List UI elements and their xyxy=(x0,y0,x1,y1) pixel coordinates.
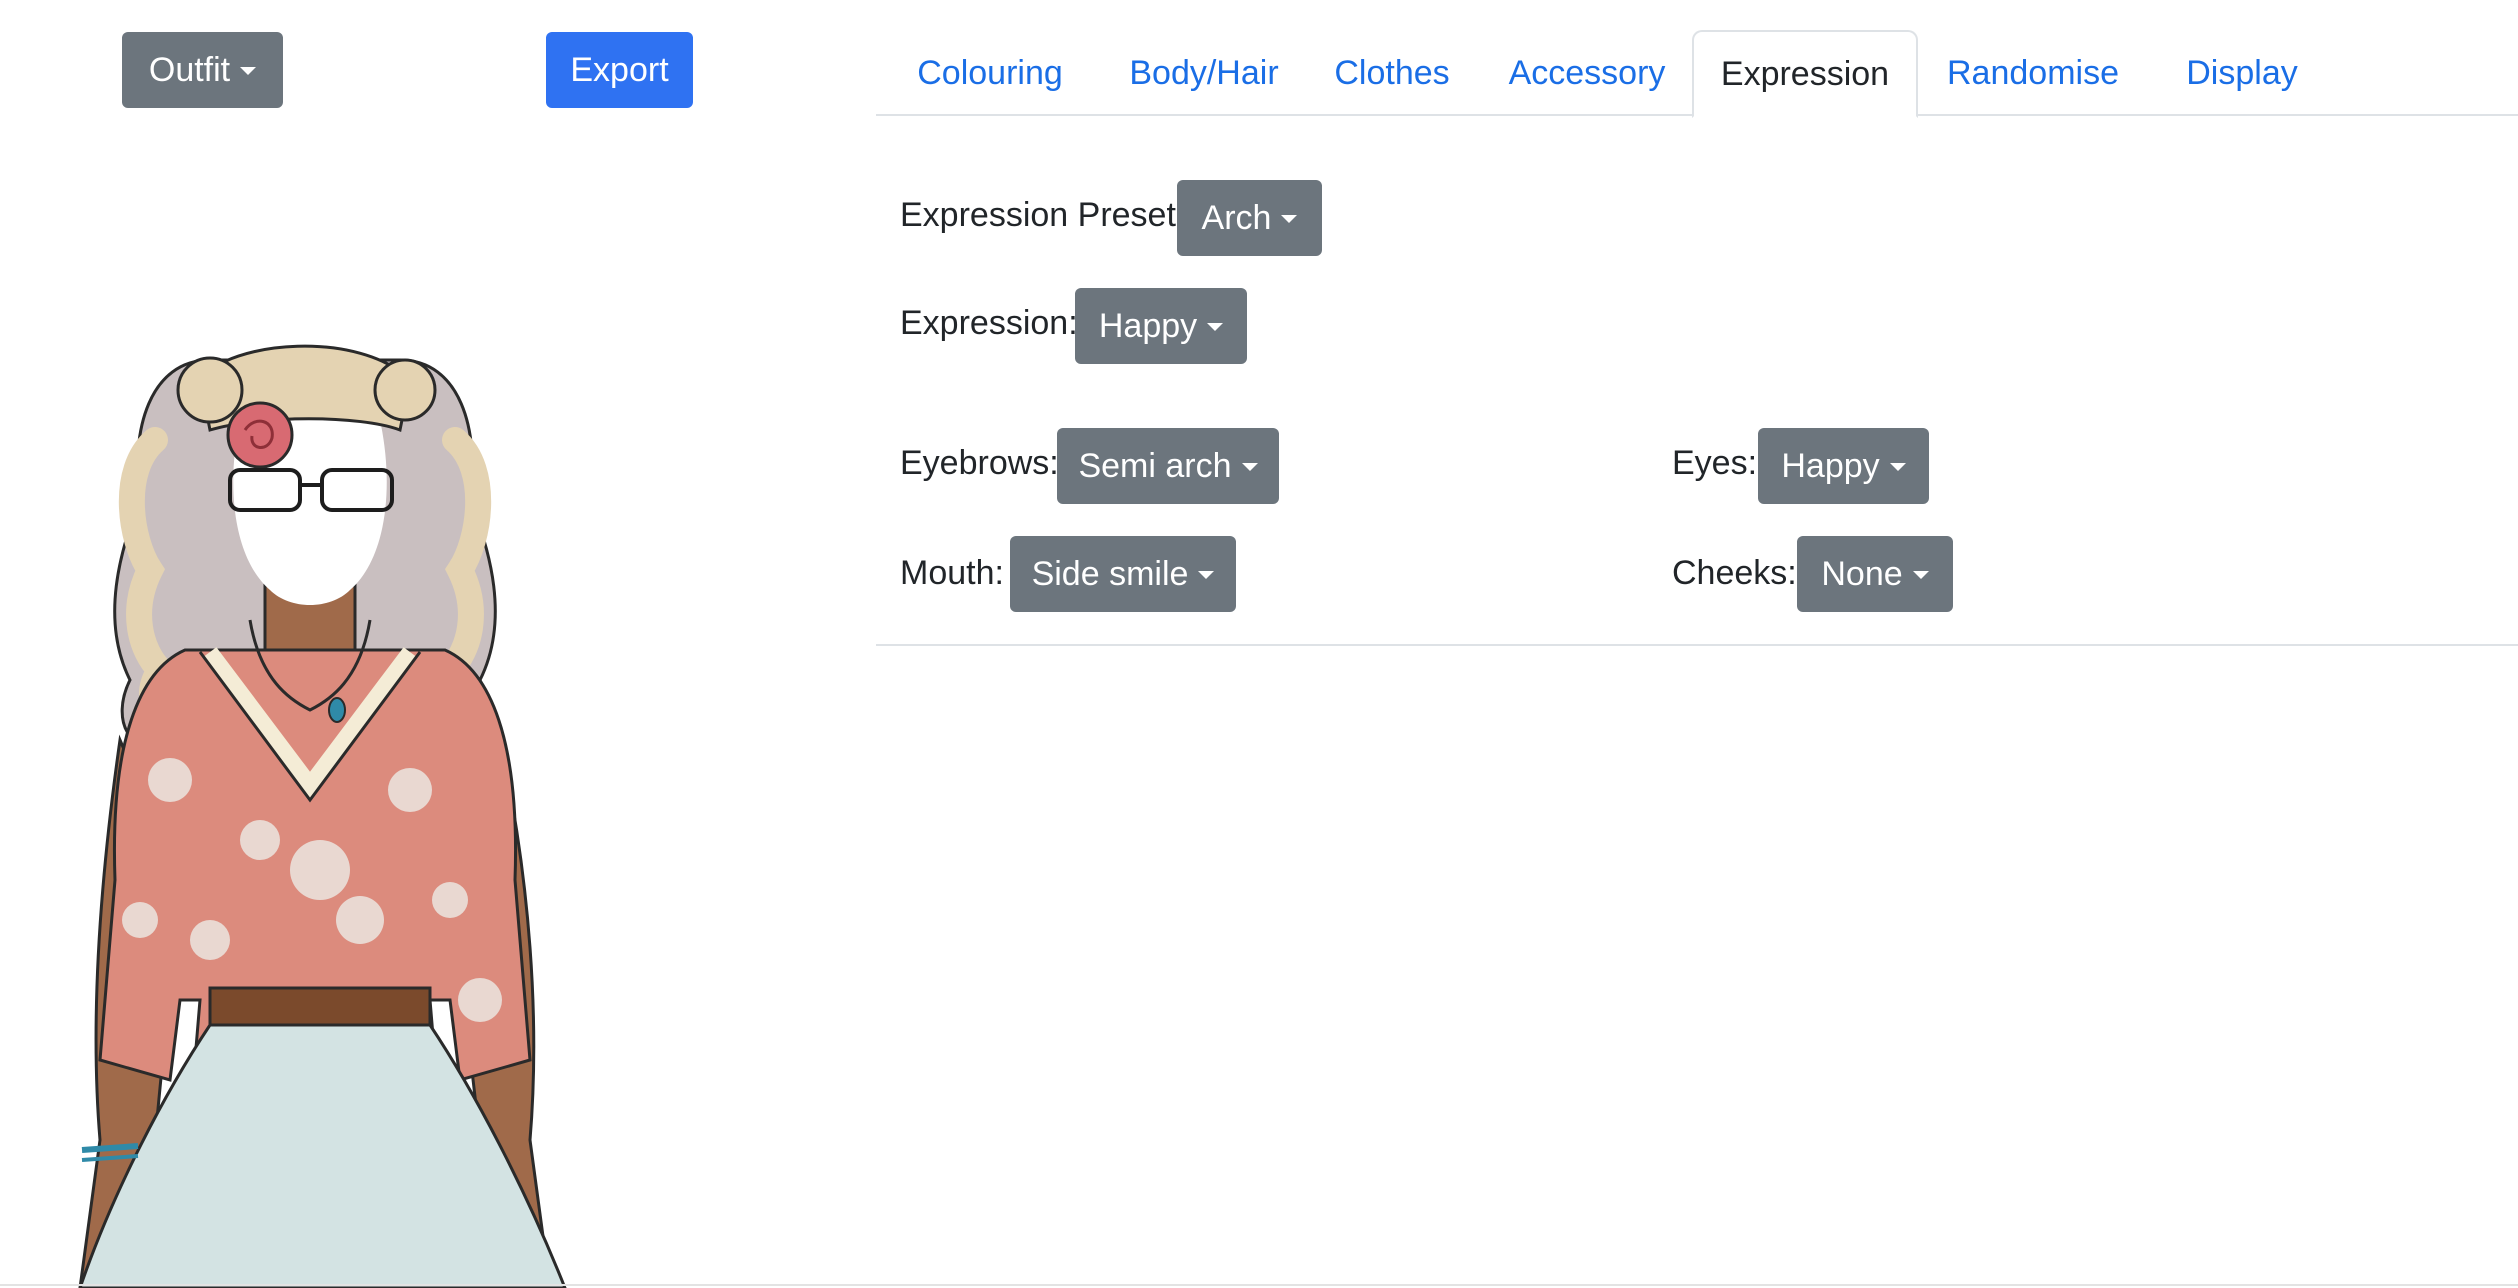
page-bottom-border xyxy=(0,1284,2518,1286)
chevron-down-icon xyxy=(1198,571,1215,579)
mouth-label: Mouth: xyxy=(900,554,1004,592)
eyes-label: Eyes: xyxy=(1672,444,1758,482)
tab-accessory[interactable]: Accessory xyxy=(1480,30,1694,116)
belt xyxy=(208,986,432,1030)
chevron-down-icon xyxy=(1241,463,1258,471)
expression-label: Expression: xyxy=(900,304,1078,342)
chevron-down-icon xyxy=(1889,463,1906,471)
cheeks-value: None xyxy=(1821,555,1903,593)
export-button[interactable]: Export xyxy=(546,32,693,108)
expression-dropdown[interactable]: Happy xyxy=(1075,288,1247,364)
eyebrows-value: Semi arch xyxy=(1078,447,1232,485)
export-button-label: Export xyxy=(570,51,669,89)
eyebrows-dropdown[interactable]: Semi arch xyxy=(1057,428,1279,504)
outfit-dropdown-label: Outfit xyxy=(148,51,231,89)
character-creator-page: Outfit Export Colouring Body/Hair Clothe… xyxy=(0,0,2518,1288)
editor-tabs: Colouring Body/Hair Clothes Accessory Ex… xyxy=(876,30,2518,118)
expression-preset-dropdown[interactable]: Arch xyxy=(1177,180,1322,256)
bracelet xyxy=(81,1143,139,1153)
expression-preset-value: Arch xyxy=(1201,199,1272,237)
tab-display[interactable]: Display xyxy=(2148,30,2336,116)
section-divider xyxy=(876,644,2518,646)
expression-preset-label: Expression Preset: xyxy=(900,196,1186,234)
mouth-dropdown[interactable]: Side smile xyxy=(1010,536,1236,612)
chevron-down-icon xyxy=(1281,215,1298,223)
pendant xyxy=(328,697,346,723)
character-preview xyxy=(78,344,567,1288)
tab-body-hair[interactable]: Body/Hair xyxy=(1104,30,1304,116)
expression-value: Happy xyxy=(1098,307,1198,345)
hair-bun-right xyxy=(373,358,437,422)
mouth-value: Side smile xyxy=(1031,555,1189,593)
tab-clothes[interactable]: Clothes xyxy=(1304,30,1480,116)
tab-expression[interactable]: Expression xyxy=(1692,30,1918,118)
rose-accessory xyxy=(226,401,294,469)
chevron-down-icon xyxy=(1912,571,1929,579)
tab-colouring[interactable]: Colouring xyxy=(876,30,1104,116)
cheeks-dropdown[interactable]: None xyxy=(1797,536,1953,612)
chevron-down-icon xyxy=(240,67,257,75)
tab-randomise[interactable]: Randomise xyxy=(1918,30,2148,116)
eyes-dropdown[interactable]: Happy xyxy=(1758,428,1929,504)
hair-bun-left xyxy=(176,356,244,424)
cheeks-label: Cheeks: xyxy=(1672,554,1797,592)
outfit-dropdown-button[interactable]: Outfit xyxy=(122,32,283,108)
eyebrows-label: Eyebrows: xyxy=(900,444,1059,482)
eyes-value: Happy xyxy=(1781,447,1880,485)
chevron-down-icon xyxy=(1207,323,1224,331)
